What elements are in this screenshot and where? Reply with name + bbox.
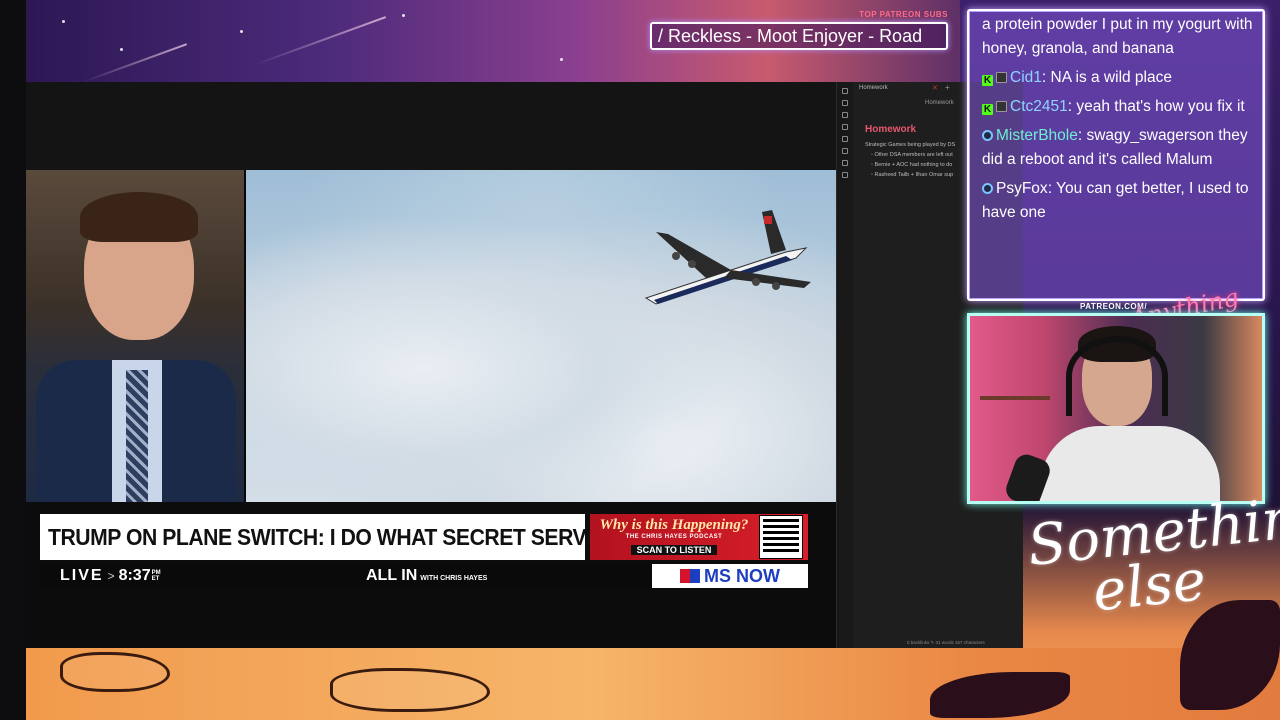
star-decoration — [402, 14, 405, 17]
headline-banner: TRUMP ON PLANE SWITCH: I DO WHAT SECRET … — [40, 514, 680, 560]
sidebar-toggle-icon[interactable] — [842, 88, 848, 94]
patreon-subs-label: TOP PATREON SUBS — [859, 10, 948, 19]
terminal-icon[interactable] — [842, 160, 848, 166]
new-tab-icon[interactable]: + — [945, 83, 950, 92]
star-decoration — [240, 30, 243, 33]
anchor-camera-feed — [26, 170, 244, 502]
chat-separator: : — [1047, 180, 1057, 197]
streamer-webcam — [967, 313, 1265, 504]
chat-text: NA is a wild place — [1050, 69, 1172, 86]
airplane-icon — [644, 210, 811, 305]
patreon-subs-ticker: / Reckless - Moot Enjoyer - Road — [650, 22, 948, 50]
chat-message-list: a protein powder I put in my yogurt with… — [982, 13, 1255, 225]
chat-text: yeah that's how you fix it — [1076, 98, 1245, 115]
show-name: ALL IN WITH CHRIS HAYES — [366, 567, 488, 584]
note-title: Homework — [865, 124, 917, 135]
overlay-left-strip — [0, 0, 26, 720]
live-label: LIVE — [60, 567, 104, 584]
headline-text: TRUMP ON PLANE SWITCH: I DO WHAT SECRET … — [48, 523, 680, 550]
video-letterbox — [26, 82, 836, 170]
promo-subtitle: THE CHRIS HAYES PODCAST — [625, 533, 723, 540]
tab-homework[interactable]: Homework — [859, 85, 888, 91]
note-line: ◦ Rasheed Tailb + Ilhan Omar sup — [871, 172, 954, 178]
platform-badge-icon — [982, 130, 993, 141]
star-decoration — [120, 48, 123, 51]
star-decoration — [560, 58, 563, 61]
note-line: Strategic Games being played by DS — [865, 142, 956, 148]
news-lower-third: TRUMP ON PLANE SWITCH: I DO WHAT SECRET … — [26, 502, 836, 648]
network-logo: MS NOW — [652, 564, 808, 588]
airplane-footage — [246, 170, 836, 502]
chat-message: K Cid1: NA is a wild place — [982, 66, 1255, 90]
podcast-promo: Why is this Happening? THE CHRIS HAYES P… — [590, 514, 808, 560]
news-video-player[interactable]: TRUMP ON PLANE SWITCH: I DO WHAT SECRET … — [26, 170, 836, 648]
notes-ribbon — [837, 82, 853, 648]
calendar-icon[interactable] — [842, 136, 848, 142]
anchor-tie — [126, 370, 148, 502]
send-icon[interactable] — [842, 172, 848, 178]
star-decoration — [62, 20, 65, 23]
sub-badge-icon — [996, 101, 1007, 112]
chat-username[interactable]: MisterBhole — [996, 127, 1078, 144]
overlay-bottom-banner — [26, 648, 1280, 720]
chat-message: K Ctc2451: yeah that's how you fix it — [982, 95, 1255, 119]
chat-username[interactable]: PsyFox — [996, 180, 1048, 197]
streamer-shirt — [1040, 426, 1220, 501]
close-icon[interactable]: ✕ — [932, 84, 938, 92]
shelf — [980, 396, 1050, 400]
chat-text: a protein powder I put in my yogurt with… — [982, 16, 1253, 57]
qr-code-icon — [759, 515, 803, 559]
note-line: ◦ Other DSA members are left out — [871, 152, 953, 158]
cloud-decoration — [330, 668, 490, 712]
chat-separator: : — [1041, 69, 1051, 86]
kick-badge-icon: K — [982, 104, 993, 115]
sub-badge-icon — [996, 72, 1007, 83]
promo-title: Why is this Happening? — [599, 516, 749, 533]
timezone-label: PM ET — [151, 570, 161, 582]
chat-username[interactable]: Ctc2451 — [1010, 98, 1068, 115]
chevron-right-icon: > — [107, 569, 115, 583]
headphones-icon — [1066, 336, 1168, 416]
chat-message: a protein powder I put in my yogurt with… — [982, 13, 1255, 61]
graph-icon[interactable] — [842, 148, 848, 154]
chat-box: a protein powder I put in my yogurt with… — [967, 9, 1265, 301]
bookmark-icon[interactable] — [842, 124, 848, 130]
screen-capture: TRUMP ON PLANE SWITCH: I DO WHAT SECRET … — [26, 82, 1023, 648]
broadcast-time: 8:37 — [118, 567, 151, 584]
chat-message: PsyFox: You can get better, I used to ha… — [982, 177, 1255, 225]
promo-scan-label: SCAN TO LISTEN — [630, 544, 718, 555]
note-line: ◦ Bernie + AOC had nothing to do — [871, 162, 953, 168]
chat-username[interactable]: Cid1 — [1010, 69, 1042, 86]
kick-badge-icon: K — [982, 75, 993, 86]
platform-badge-icon — [982, 183, 993, 194]
chat-message: MisterBhole: swagy_swagerson they did a … — [982, 124, 1255, 172]
status-bar: 0 backlinks ✎ 31 words 167 characters — [907, 640, 985, 645]
anchor-hair — [80, 192, 198, 242]
breadcrumb: Homework — [925, 100, 954, 106]
network-flag-icon — [680, 569, 700, 583]
live-ticker-bar: LIVE > 8:37 PM ET ALL IN WITH CHRIS HAYES … — [40, 564, 808, 588]
files-icon[interactable] — [842, 100, 848, 106]
search-icon[interactable] — [842, 112, 848, 118]
cloud-decoration — [60, 652, 170, 692]
